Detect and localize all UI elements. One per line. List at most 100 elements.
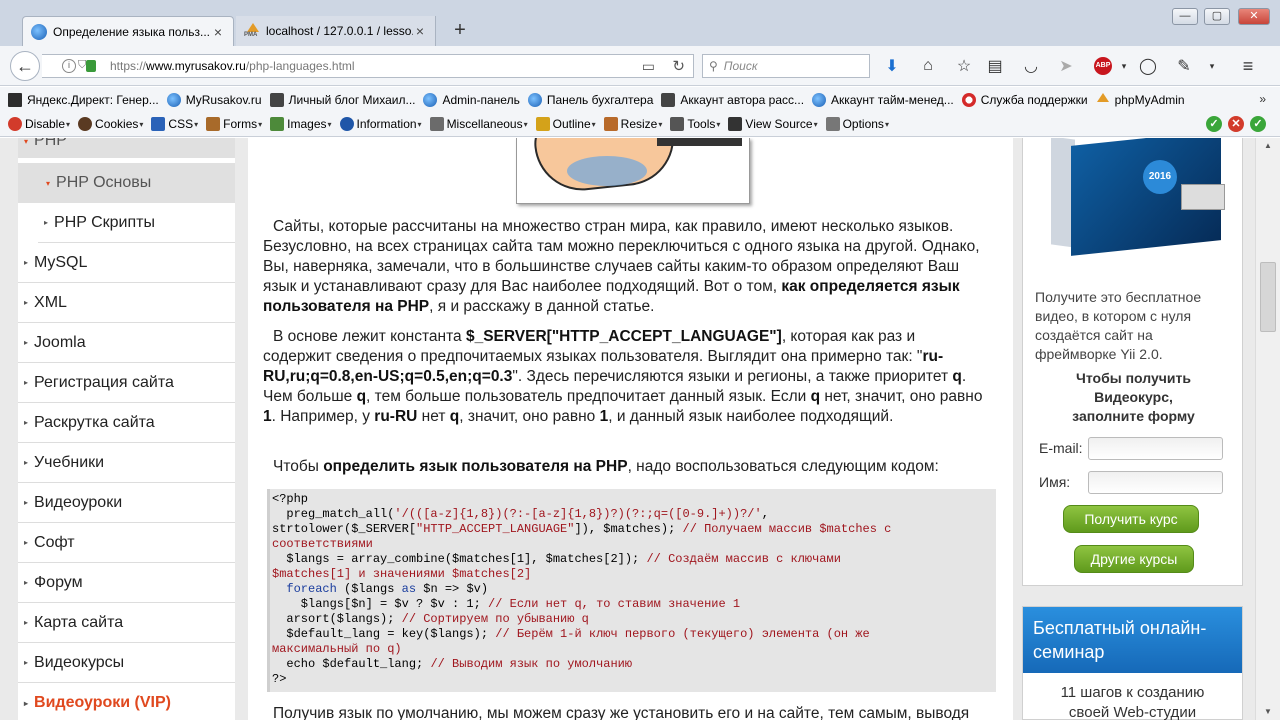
images-icon xyxy=(270,117,285,131)
sidebar-item-joomla[interactable]: ▸ Joomla xyxy=(18,323,235,363)
reload-icon[interactable]: ↻ xyxy=(672,57,685,75)
bookmark-item[interactable]: phpMyAdmin xyxy=(1096,92,1185,107)
error-icon[interactable]: ✕ xyxy=(1228,116,1244,132)
sidebar-item-php[interactable]: ▾ PHP xyxy=(18,138,235,158)
webdev-miscellaneous-menu[interactable]: Miscellaneous ▾ xyxy=(429,117,528,131)
code-line: $langs = array_combine($matches[1], $mat… xyxy=(272,552,841,566)
webdev-images-menu[interactable]: Images ▾ xyxy=(270,117,332,131)
code-line: $matches[1] и значениями $matches[2] xyxy=(272,567,532,581)
bookmark-item[interactable]: Личный блог Михаил... xyxy=(269,92,415,107)
bookmark-item[interactable]: Admin-панель xyxy=(423,92,520,107)
close-tab-icon[interactable]: × xyxy=(413,23,427,39)
course-promo-panel: 2016 Получите это бесплатное видео, в ко… xyxy=(1022,138,1243,586)
scroll-down-icon[interactable]: ▼ xyxy=(1256,704,1280,720)
tab-inactive[interactable]: PMA localhost / 127.0.0.1 / lesso... × xyxy=(236,16,436,46)
sidebar-item-software[interactable]: ▸ Софт xyxy=(18,523,235,563)
other-courses-button[interactable]: Другие курсы xyxy=(1074,545,1194,573)
new-tab-button[interactable]: + xyxy=(448,18,472,42)
tab-title: Определение языка польз... xyxy=(53,24,211,39)
more-bookmarks-icon[interactable]: » xyxy=(1259,92,1266,106)
code-line: ?> xyxy=(272,672,287,686)
home-icon[interactable]: ⌂ xyxy=(916,54,940,78)
maximize-button[interactable]: ▢ xyxy=(1204,8,1230,25)
outline-icon xyxy=(535,117,550,131)
sidebar-item-sitemap[interactable]: ▸ Карта сайта xyxy=(18,603,235,643)
tab-active[interactable]: Определение языка польз... × xyxy=(22,16,234,46)
webdev-view-source-menu[interactable]: View Source ▾ xyxy=(728,117,818,131)
vertical-scrollbar[interactable]: ▲ ▼ xyxy=(1255,138,1280,720)
close-window-button[interactable]: ✕ xyxy=(1238,8,1270,25)
minimize-button[interactable]: — xyxy=(1172,8,1198,25)
chat-bubble-icon[interactable]: ◯ xyxy=(1136,54,1160,78)
sidebar-item-textbooks[interactable]: ▸ Учебники xyxy=(18,443,235,483)
webdev-outline-menu[interactable]: Outline ▾ xyxy=(535,117,596,131)
sidebar-item-site-registration[interactable]: ▸ Регистрация сайта xyxy=(18,363,235,403)
sidebar-item-php-scripts[interactable]: ▸ PHP Скрипты xyxy=(38,203,235,243)
back-button[interactable]: ← xyxy=(10,51,40,81)
download-icon[interactable]: ⬇ xyxy=(880,54,904,78)
phpmyadmin-icon: PMA xyxy=(244,23,260,39)
checkmark-icon[interactable]: ✓ xyxy=(1206,116,1222,132)
search-input[interactable]: ⚲ Поиск xyxy=(702,54,870,78)
globe-icon xyxy=(812,92,827,107)
bookmark-item[interactable]: Служба поддержки xyxy=(961,92,1088,107)
url-host: www.myrusakov.ru xyxy=(146,59,246,73)
url-bar[interactable]: i ⛉ https://www.myrusakov.ru/php-languag… xyxy=(42,54,694,78)
reader-view-icon[interactable]: ▭ xyxy=(642,58,655,75)
sidebar-item-site-promotion[interactable]: ▸ Раскрутка сайта xyxy=(18,403,235,443)
search-icon: ⚲ xyxy=(709,59,718,73)
webdev-cookies-menu[interactable]: Cookies ▾ xyxy=(78,117,143,131)
bookmark-item[interactable]: Аккаунт тайм-менед... xyxy=(812,92,954,107)
sidebar-menu: ▾ PHP ▾ PHP Основы ▸ PHP Скрипты ▸ MySQL ▸ XM… xyxy=(18,138,235,720)
send-icon[interactable]: ➤ xyxy=(1054,54,1078,78)
checkmark-icon[interactable]: ✓ xyxy=(1250,116,1266,132)
sidebar-item-video-lessons[interactable]: ▸ Видеоуроки xyxy=(18,483,235,523)
chevron-down-icon[interactable]: ▾ xyxy=(1112,54,1136,78)
sidebar-item-video-lessons-vip[interactable]: ▸ Видеоуроки (VIP) xyxy=(18,683,235,720)
webdev-disable-menu[interactable]: Disable ▾ xyxy=(8,117,70,131)
sidebar-item-php-basics[interactable]: ▾ PHP Основы xyxy=(18,163,235,203)
scrollbar-thumb[interactable] xyxy=(1260,262,1276,332)
bookmark-item[interactable]: Яндекс.Директ: Генер... xyxy=(8,92,159,107)
pocket-icon[interactable]: ◡ xyxy=(1019,54,1043,78)
name-field[interactable] xyxy=(1088,471,1223,494)
sidebar-item-video-courses[interactable]: ▸ Видеокурсы xyxy=(18,643,235,683)
sidebar-item-mysql[interactable]: ▸ MySQL xyxy=(18,243,235,283)
code-line: $default_lang = key($langs); // Берём 1-… xyxy=(272,627,870,641)
webdev-tools-menu[interactable]: Tools ▾ xyxy=(670,117,720,131)
scroll-up-icon[interactable]: ▲ xyxy=(1256,138,1280,154)
promo-cta-line2: Видеокурс, xyxy=(1094,389,1173,405)
sidebar-item-forum[interactable]: ▸ Форум xyxy=(18,563,235,603)
information-icon xyxy=(339,117,354,131)
search-placeholder: Поиск xyxy=(723,59,758,73)
webdev-resize-menu[interactable]: Resize ▾ xyxy=(603,117,662,131)
tools-icon[interactable]: ✎ xyxy=(1172,54,1196,78)
webdev-forms-menu[interactable]: Forms ▾ xyxy=(206,117,262,131)
bookmark-star-icon[interactable]: ☆ xyxy=(952,54,976,78)
info-icon[interactable]: i xyxy=(62,59,76,73)
globe-icon xyxy=(31,23,47,40)
bookmarks-list-icon[interactable]: ▤ xyxy=(983,54,1007,78)
chevron-down-icon[interactable]: ▾ xyxy=(1200,54,1224,78)
email-field[interactable] xyxy=(1088,437,1223,460)
bookmark-item[interactable]: MyRusakov.ru xyxy=(166,92,262,107)
webdev-information-menu[interactable]: Information ▾ xyxy=(339,117,422,131)
webdev-options-menu[interactable]: Options ▾ xyxy=(825,117,889,131)
webdev-css-menu[interactable]: CSS ▾ xyxy=(151,117,198,131)
code-line: <?php xyxy=(272,492,309,506)
phpmyadmin-icon xyxy=(1096,92,1110,107)
bookmark-item[interactable]: Панель бухгалтера xyxy=(527,92,653,107)
close-tab-icon[interactable]: × xyxy=(211,24,225,40)
tab-title: localhost / 127.0.0.1 / lesso... xyxy=(266,24,413,38)
get-course-button[interactable]: Получить курс xyxy=(1063,505,1199,533)
article-paragraph-3: Чтобы определить язык пользователя на PH… xyxy=(273,458,939,475)
shield-icon[interactable]: ⛉ xyxy=(78,59,86,72)
globe-icon xyxy=(166,92,181,107)
lock-icon xyxy=(86,60,96,72)
globe-icon xyxy=(527,92,542,107)
adblock-icon[interactable]: ABP xyxy=(1094,57,1112,75)
bookmark-item[interactable]: Аккаунт автора расс... xyxy=(661,92,804,107)
article-paragraph-2: В основе лежит константа $_SERVER["HTTP_… xyxy=(263,328,983,425)
menu-icon[interactable]: ≡ xyxy=(1236,54,1260,78)
sidebar-item-xml[interactable]: ▸ XML xyxy=(18,283,235,323)
